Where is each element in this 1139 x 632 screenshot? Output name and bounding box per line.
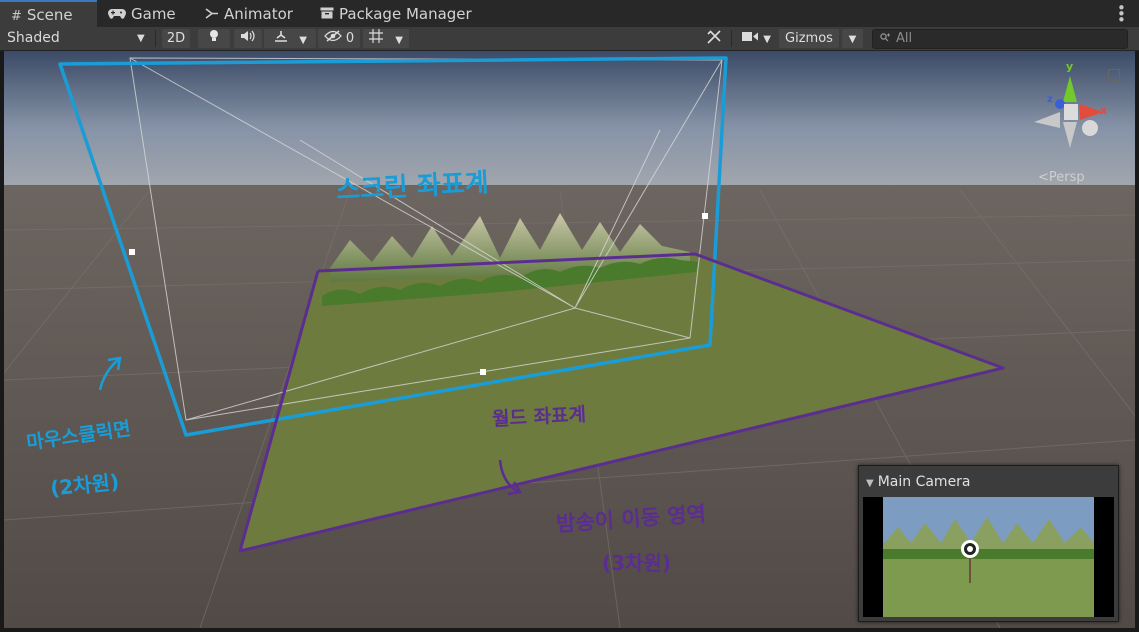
- chevron-down-icon: ▼: [137, 33, 145, 44]
- gizmos-button[interactable]: Gizmos: [779, 29, 839, 48]
- package-icon: [320, 2, 334, 30]
- camera-preview-title: Main Camera: [877, 474, 971, 490]
- tab-package-manager-label: Package Manager: [339, 5, 472, 23]
- hidden-count: 0: [345, 31, 355, 46]
- scene-visibility-toggle[interactable]: 0: [318, 29, 360, 48]
- annotation-move-area-dim: (3차원): [602, 551, 671, 575]
- shading-mode-dropdown[interactable]: Shaded ▼: [7, 29, 147, 48]
- camera-preview-view: [863, 497, 1114, 617]
- gizmo-y-label: y: [1066, 60, 1073, 73]
- axis-gizmo-icon: y x z: [1034, 60, 1107, 148]
- search-input[interactable]: All: [872, 29, 1128, 49]
- gizmo-z-label: z: [1047, 94, 1053, 105]
- gamepad-icon: [108, 2, 126, 30]
- tab-package-manager[interactable]: Package Manager: [320, 0, 480, 27]
- camera-preview-header[interactable]: ▼ Main Camera: [859, 466, 1118, 496]
- camera-preview-panel: ▼ Main Camera: [858, 465, 1119, 622]
- camera-preview-render: [863, 497, 1114, 617]
- tools-button[interactable]: [700, 29, 728, 48]
- tab-animator[interactable]: Animator: [205, 0, 305, 27]
- tab-scene[interactable]: # Scene: [0, 0, 97, 27]
- chevron-down-icon: ▼: [866, 478, 874, 489]
- toggle-2d-button[interactable]: 2D: [162, 29, 190, 48]
- tools-icon: [706, 30, 722, 49]
- annotation-world-coords: 월드 좌표계: [491, 403, 587, 431]
- window-tab-bar: # Scene Game Animator Package Manager • • •: [0, 0, 1139, 28]
- speaker-icon: [240, 30, 256, 46]
- eye-slash-icon: [323, 30, 342, 46]
- tab-scene-label: Scene: [26, 6, 73, 24]
- lightbulb-icon: [209, 30, 219, 47]
- video-camera-icon: [741, 31, 759, 46]
- grid-toggle-dropdown[interactable]: ▼: [363, 29, 409, 48]
- orientation-gizmo[interactable]: y x z: [1028, 58, 1108, 158]
- search-icon: [880, 31, 891, 46]
- effects-dropdown[interactable]: ▼: [264, 29, 316, 48]
- scene-lighting-toggle[interactable]: [198, 29, 230, 48]
- tab-game[interactable]: Game: [108, 0, 188, 27]
- camera-settings-dropdown[interactable]: ▼: [736, 29, 776, 48]
- shading-mode-value: Shaded: [7, 30, 60, 46]
- gizmo-x-label: x: [1100, 104, 1107, 117]
- lock-icon[interactable]: [1108, 69, 1120, 81]
- separator: [731, 30, 732, 47]
- chevron-down-icon: ▼: [848, 34, 857, 45]
- projection-label[interactable]: <Persp: [1038, 170, 1085, 185]
- scene-audio-toggle[interactable]: [234, 29, 262, 48]
- effects-icon: [273, 31, 289, 47]
- gizmos-dropdown[interactable]: ▼: [842, 29, 863, 48]
- chevron-down-icon: ▼: [299, 35, 307, 46]
- grid-snap-icon: [369, 29, 384, 47]
- sky: [4, 51, 1135, 191]
- chevron-down-icon: ▼: [395, 35, 403, 46]
- tab-animator-label: Animator: [224, 5, 293, 23]
- chevron-down-icon: ▼: [763, 34, 771, 45]
- animator-icon: [205, 2, 219, 30]
- search-placeholder: All: [896, 31, 913, 46]
- tab-game-label: Game: [131, 5, 176, 23]
- separator: [155, 30, 156, 47]
- more-options-icon[interactable]: • • •: [1117, 1, 1126, 28]
